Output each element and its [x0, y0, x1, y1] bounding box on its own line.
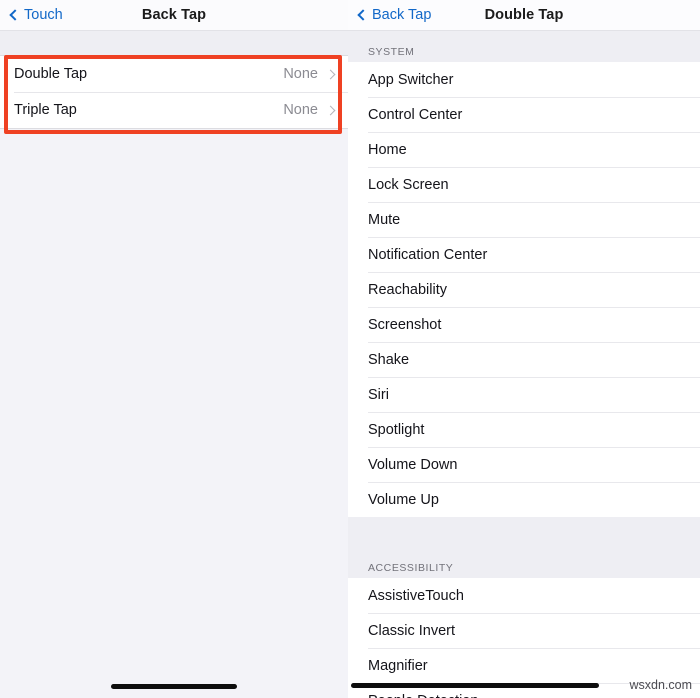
left-phone-panel: Touch Back Tap Double Tap None Triple Ta…: [0, 0, 348, 698]
list-item[interactable]: Control Center: [348, 97, 700, 132]
list-item[interactable]: Reachability: [348, 272, 700, 307]
section-header-system: SYSTEM: [348, 31, 700, 62]
home-indicator: [351, 683, 599, 688]
list-item[interactable]: Volume Up: [348, 482, 700, 517]
section-header-label: ACCESSIBILITY: [348, 547, 454, 578]
list-item[interactable]: Volume Down: [348, 447, 700, 482]
list-item[interactable]: Siri: [348, 377, 700, 412]
back-button-touch[interactable]: Touch: [9, 7, 63, 23]
row-label: Double Tap: [14, 66, 88, 82]
chevron-left-icon: [9, 9, 21, 21]
row-label: Triple Tap: [14, 102, 77, 118]
list-item[interactable]: Lock Screen: [348, 167, 700, 202]
chevron-right-icon: [325, 69, 336, 79]
chevron-left-icon: [357, 9, 369, 21]
home-indicator: [111, 684, 237, 689]
right-nav-bar: Back Tap Double Tap: [348, 0, 700, 31]
back-button-label: Touch: [24, 7, 63, 23]
list-item[interactable]: Home: [348, 132, 700, 167]
right-phone-panel: Back Tap Double Tap SYSTEM App Switcher …: [348, 0, 700, 698]
watermark: wsxdn.com: [629, 678, 692, 692]
list-item[interactable]: Spotlight: [348, 412, 700, 447]
system-action-list: App Switcher Control Center Home Lock Sc…: [348, 62, 700, 517]
table-row-triple-tap[interactable]: Triple Tap None: [0, 92, 348, 128]
list-item[interactable]: App Switcher: [348, 62, 700, 97]
list-item[interactable]: Shake: [348, 342, 700, 377]
back-button-label: Back Tap: [372, 7, 432, 23]
back-button-back-tap[interactable]: Back Tap: [357, 7, 432, 23]
row-right-group: None: [283, 66, 336, 82]
dual-phone-screenshot: Touch Back Tap Double Tap None Triple Ta…: [0, 0, 700, 698]
table-row-double-tap[interactable]: Double Tap None: [0, 56, 348, 92]
section-header-accessibility: ACCESSIBILITY: [348, 547, 700, 578]
chevron-right-icon: [325, 105, 336, 115]
list-item[interactable]: Notification Center: [348, 237, 700, 272]
section-header-label: SYSTEM: [348, 31, 415, 62]
section-spacer: [348, 517, 700, 547]
left-nav-bar: Touch Back Tap: [0, 0, 348, 31]
list-item[interactable]: Classic Invert: [348, 613, 700, 648]
row-value: None: [283, 102, 318, 118]
list-item[interactable]: Mute: [348, 202, 700, 237]
left-group-spacer: [0, 31, 348, 55]
list-item[interactable]: Screenshot: [348, 307, 700, 342]
row-value: None: [283, 66, 318, 82]
list-item[interactable]: AssistiveTouch: [348, 578, 700, 613]
row-right-group: None: [283, 102, 336, 118]
back-tap-settings-card: Double Tap None Triple Tap None: [0, 55, 348, 129]
